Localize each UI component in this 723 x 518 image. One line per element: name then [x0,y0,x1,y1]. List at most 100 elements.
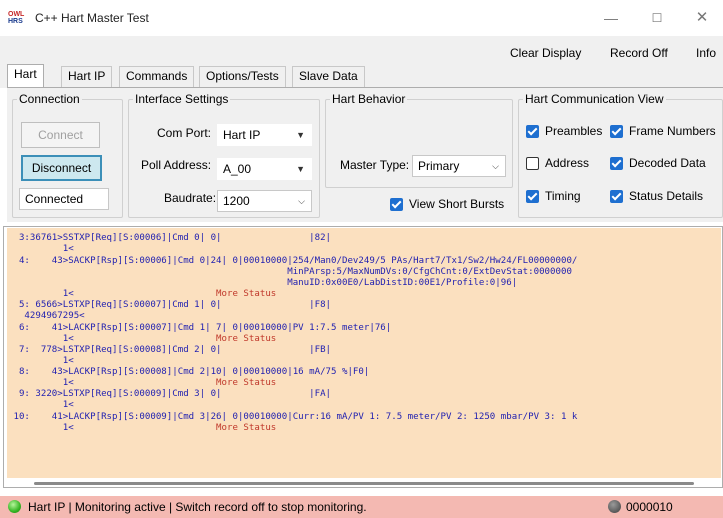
log-line: 4: 43>SACKP[Rsp][S:00006]|Cmd 0|24| 0|00… [8,256,577,266]
log-line-text: 3:36761>SSTXP[Req][S:00006]|Cmd 0| 0| |8… [8,233,332,243]
tab-commands[interactable]: Commands [119,66,195,87]
window-title: C++ Hart Master Test [35,11,149,25]
record-count: 0000010 [626,500,673,514]
log-line: 10: 41>LACKP[Rsp][S:00009]|Cmd 3|26| 0|0… [8,412,577,422]
log-line: MinPArsp:5/MaxNumDVs:0/CfgChCnt:0/ExtDev… [8,267,572,277]
log-line-text: 1< [8,244,74,254]
poll-address-select[interactable]: A_00 ▼ [217,158,312,180]
com-port-label: Com Port: [157,126,212,140]
status-bar: Hart IP | Monitoring active | Switch rec… [0,496,723,518]
title-bar: OWL HRS C++ Hart Master Test — ☐ ✕ [0,0,723,36]
checkbox-checked-icon [610,190,623,203]
log-line-text: 9: 3220>LSTXP[Req][S:00009]|Cmd 3| 0| |F… [8,389,332,399]
log-line-text: ManuID:0x00E0/LabDistID:00E1/Profile:0|9… [8,278,518,288]
connection-status: Connected [19,188,109,210]
log-line-text: 7: 778>LSTXP[Req][S:00008]|Cmd 2| 0| |FB… [8,345,332,355]
log-line: ManuID:0x00E0/LabDistID:00E1/Profile:0|9… [8,278,517,288]
app-logo-icon: OWL HRS [8,11,28,25]
connection-indicator-icon [8,500,21,513]
log-more-status: More Status [73,423,277,433]
log-line: 3:36761>SSTXP[Req][S:00006]|Cmd 0| 0| |8… [8,233,331,243]
chevron-down-icon: ⌵ [298,196,305,206]
log-line: 1< More Status [8,378,277,388]
checkbox-checked-icon [610,125,623,138]
record-off-button[interactable]: Record Off [610,46,668,60]
log-line-text: 1< [8,289,74,299]
master-type-select[interactable]: Primary ⌵ [412,155,506,177]
view-short-bursts-label: View Short Bursts [409,197,505,211]
disconnect-button[interactable]: Disconnect [21,155,102,181]
log-line: 1< More Status [8,334,277,344]
log-line-text: 1< [8,423,74,433]
clear-display-button[interactable]: Clear Display [510,46,581,60]
tab-hart-ip[interactable]: Hart IP [61,66,113,87]
baudrate-value: 1200 [223,194,250,208]
log-line-text: 6: 41>LACKP[Rsp][S:00007]|Cmd 1| 7| 0|00… [8,323,392,333]
master-type-label: Master Type: [340,158,410,172]
log-line: 7: 778>LSTXP[Req][S:00008]|Cmd 2| 0| |FB… [8,345,331,355]
log-line-text: MinPArsp:5/MaxNumDVs:0/CfgChCnt:0/ExtDev… [8,267,572,277]
poll-address-value: A_00 [223,162,252,176]
checkbox-checked-icon [526,190,539,203]
log-line-text: 1< [8,334,74,344]
baudrate-select[interactable]: 1200 ⌵ [217,190,312,212]
hart-behavior-legend: Hart Behavior [332,92,406,106]
log-line: 1< More Status [8,289,277,299]
chevron-down-icon: ⌵ [492,161,499,171]
status-message: Hart IP | Monitoring active | Switch rec… [28,500,367,514]
log-line-text: 1< [8,356,74,366]
com-port-value: Hart IP [223,128,261,142]
checkbox-checked-icon [390,198,403,211]
interface-settings-legend: Interface Settings [135,92,229,106]
log-line: 9: 3220>LSTXP[Req][S:00009]|Cmd 3| 0| |F… [8,389,331,399]
frame-numbers-label: Frame Numbers [629,124,716,138]
timing-label: Timing [545,189,581,203]
logo-bottom-text: HRS [8,18,23,25]
tab-slave-data[interactable]: Slave Data [292,66,365,87]
master-type-value: Primary [418,159,460,173]
connection-legend: Connection [19,92,80,106]
tab-bar: Hart Hart IP Commands Options/Tests Slav… [0,62,723,88]
log-line-text: 1< [8,378,74,388]
log-line-text: 10: 41>LACKP[Rsp][S:00009]|Cmd 3|26| 0|0… [8,412,578,422]
decoded-data-label: Decoded Data [629,156,706,170]
maximize-button[interactable]: ☐ [634,6,680,30]
connect-button[interactable]: Connect [21,122,100,148]
log-text-area[interactable]: 3:36761>SSTXP[Req][S:00006]|Cmd 0| 0| |8… [7,228,721,478]
horizontal-scrollbar[interactable] [34,482,694,485]
log-line-text: 4: 43>SACKP[Rsp][S:00006]|Cmd 0|24| 0|00… [8,256,578,266]
hart-tab-content: Connection Connect Disconnect Connected … [7,87,723,222]
log-line-text: 5: 6566>LSTXP[Req][S:00007]|Cmd 1| 0| |F… [8,300,332,310]
chevron-down-icon: ▼ [296,130,305,140]
baudrate-label: Baudrate: [164,191,217,205]
log-line-text: 1< [8,400,74,410]
record-indicator-icon [608,500,621,513]
address-label: Address [545,156,590,170]
checkbox-checked-icon [526,125,539,138]
checkbox-checked-icon [610,157,623,170]
status-details-label: Status Details [629,189,704,203]
poll-address-label: Poll Address: [141,158,212,172]
log-line: 1< More Status [8,423,277,433]
tab-options-tests[interactable]: Options/Tests [199,66,286,87]
log-line: 1< [8,356,74,366]
log-line: 8: 43>LACKP[Rsp][S:00008]|Cmd 2|10| 0|00… [8,367,369,377]
log-line: 6: 41>LACKP[Rsp][S:00007]|Cmd 1| 7| 0|00… [8,323,391,333]
info-button[interactable]: Info [696,46,716,60]
log-more-status: More Status [73,334,277,344]
log-line: 1< [8,244,74,254]
logo-top-text: OWL [8,11,25,18]
comm-view-legend: Hart Communication View [525,92,664,106]
log-more-status: More Status [73,378,277,388]
tab-hart[interactable]: Hart [7,64,44,88]
checkbox-unchecked-icon [526,157,539,170]
log-line-text: 8: 43>LACKP[Rsp][S:00008]|Cmd 2|10| 0|00… [8,367,370,377]
log-line-text: 4294967295< [8,311,85,321]
log-more-status: More Status [73,289,277,299]
minimize-button[interactable]: — [588,6,634,30]
chevron-down-icon: ▼ [296,164,305,174]
close-button[interactable]: ✕ [679,6,723,30]
com-port-select[interactable]: Hart IP ▼ [217,124,312,146]
log-panel[interactable]: 3:36761>SSTXP[Req][S:00006]|Cmd 0| 0| |8… [3,226,723,488]
log-line: 4294967295< [8,311,85,321]
